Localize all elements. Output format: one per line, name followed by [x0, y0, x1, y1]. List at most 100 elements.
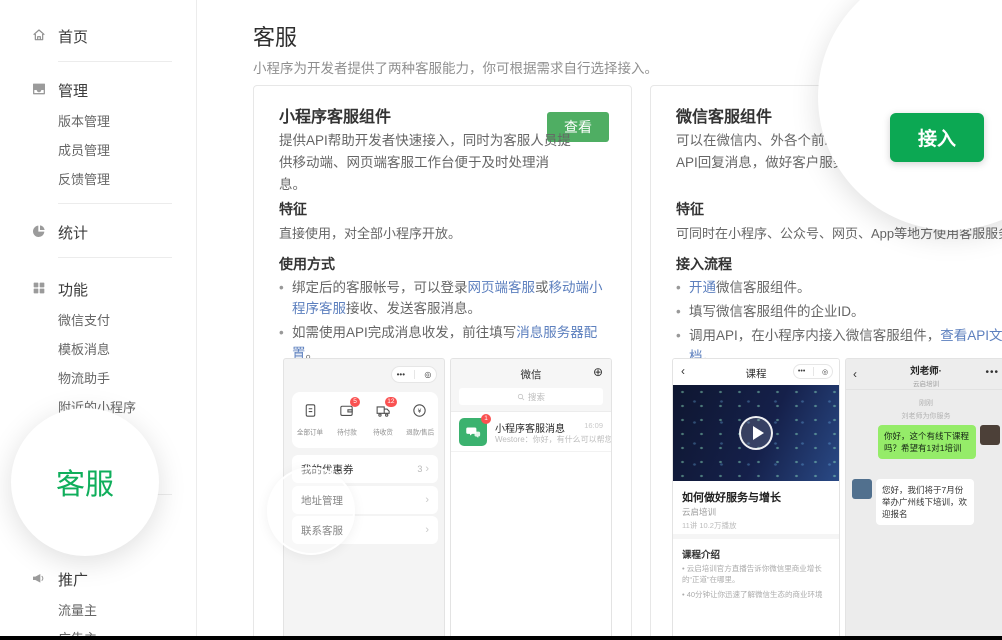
- divider: [58, 257, 172, 258]
- order-list-icon: [302, 402, 319, 424]
- avatar: [852, 479, 872, 499]
- bottom-edge-bar: [0, 636, 1002, 640]
- spotlight-circle-contact-service: [267, 467, 355, 555]
- divider: [673, 534, 839, 539]
- sidebar-item-customer-service[interactable]: 客服: [56, 461, 114, 503]
- sidebar-item-template-message[interactable]: 模板消息: [58, 339, 110, 358]
- usage-list: 绑定后的客服帐号，可以登录网页端客服或移动端小程序客服接收、发送客服消息。 如需…: [279, 277, 615, 367]
- sidebar-item-logistics[interactable]: 物流助手: [58, 368, 110, 387]
- target-icon: ◎: [424, 370, 431, 379]
- course-intro-list: • 云启培训官方直播告诉你微信里商业增长的“正道”在哪里。 • 40分钟让你迅速…: [682, 563, 832, 604]
- sidebar-item-statistics[interactable]: 统计: [58, 222, 88, 243]
- onboarding-list: 开通微信客服组件。 填写微信客服组件的企业ID。 调用API，在小程序内接入微信…: [676, 277, 1002, 370]
- onboarding-item: 填写微信客服组件的企业ID。: [676, 301, 1002, 322]
- grid-item-pending-delivery: 待收货 12: [365, 392, 402, 448]
- sidebar-item-wechat-pay[interactable]: 微信支付: [58, 310, 110, 329]
- video-meta: 11讲 10.2万播放: [682, 520, 736, 531]
- screenshot-course-page: ‹ 课程 ••• ◎ 如何做好服务与增长 云启培训 11讲 10.2万播放 课程…: [672, 358, 840, 640]
- inbox-icon: [31, 81, 47, 97]
- target-icon: ◎: [822, 368, 828, 376]
- chat-bubbles-icon: [464, 423, 482, 441]
- divider: [414, 370, 415, 379]
- onboarding-heading: 接入流程: [676, 254, 732, 274]
- card-title: 微信客服组件: [676, 103, 772, 127]
- more-dots-icon: •••: [397, 370, 405, 379]
- sidebar-item-manage[interactable]: 管理: [58, 80, 88, 101]
- grid-icon: [31, 280, 47, 296]
- video-title: 如何做好服务与增长: [682, 489, 781, 505]
- sidebar-item-promotion[interactable]: 推广: [58, 569, 88, 590]
- megaphone-icon: [31, 570, 47, 586]
- search-bar: 搜索: [459, 388, 603, 405]
- grid-item-all-orders: 全部订单: [292, 392, 329, 448]
- home-icon: [31, 27, 47, 43]
- bullet-text: 如需使用API完成消息收发，前往填写: [292, 325, 516, 340]
- sidebar-item-traffic-owner[interactable]: 流量主: [58, 600, 97, 619]
- bullet-text: 微信客服组件。: [716, 280, 811, 295]
- grid-item-refund: ¥ 退款/售后: [402, 392, 439, 448]
- bullet-text: 调用API，在小程序内接入微信客服组件，: [689, 328, 940, 343]
- bullet-text: 绑定后的客服帐号，可以登录: [292, 280, 468, 295]
- course-intro-item: • 云启培训官方直播告诉你微信里商业增长的“正道”在哪里。: [682, 563, 832, 585]
- contact-name: 刘老师·: [846, 363, 1002, 377]
- chevron-right-icon: ›: [425, 463, 429, 475]
- miniprogram-capsule: ••• ◎: [391, 366, 437, 383]
- chat-time: 16:09: [584, 421, 603, 430]
- miniprogram-capsule: ••• ◎: [793, 364, 833, 379]
- bullet-text: 或: [535, 280, 549, 295]
- search-icon: [517, 393, 525, 401]
- svg-text:¥: ¥: [418, 408, 422, 415]
- outgoing-message: 你好，这个有线下课程吗？希望有1对1培训: [878, 425, 1000, 459]
- chat-preview: Westore：你好，有什么可以帮您?: [495, 434, 612, 445]
- coupon-count: 3: [417, 464, 422, 474]
- message-bubble: 你好，这个有线下课程吗？希望有1对1培训: [878, 425, 976, 459]
- order-shortcut-grid: 全部订单 待付款 5 待收货 12 ¥ 退款/售后: [292, 392, 438, 448]
- chat-list-item: 1 小程序客服消息 Westore：你好，有什么可以帮您? 16:09: [451, 412, 611, 452]
- incoming-message: 您好，我们将于7月份举办广州线下培训，欢迎报名: [852, 479, 974, 525]
- bullet-text: 接收、发送客服消息。: [346, 301, 481, 316]
- time-label: 刚刚: [846, 398, 1002, 408]
- more-dots-icon: •••: [985, 367, 999, 378]
- more-dots-icon: •••: [798, 368, 805, 375]
- chevron-right-icon: ›: [425, 524, 429, 536]
- unread-badge: 1: [481, 414, 491, 424]
- divider: [58, 61, 172, 62]
- sidebar-item-home[interactable]: 首页: [58, 26, 88, 47]
- card-description: 提供API帮助开发者快速接入，同时为客服人员提供移动端、网页端客服工作台便于及时…: [279, 130, 573, 196]
- chat-name: 小程序客服消息: [495, 420, 565, 435]
- web-service-link[interactable]: 网页端客服: [468, 280, 536, 295]
- badge: 5: [350, 397, 360, 407]
- chevron-right-icon: ›: [425, 494, 429, 506]
- sidebar-item-features[interactable]: 功能: [58, 279, 88, 300]
- avatar: [980, 425, 1000, 445]
- card-title: 小程序客服组件: [279, 103, 391, 127]
- activate-link[interactable]: 开通: [689, 280, 716, 295]
- sidebar-item-member-manage[interactable]: 成员管理: [58, 140, 110, 159]
- message-bubble: 您好，我们将于7月份举办广州线下培训，欢迎报名: [876, 479, 974, 525]
- course-intro-item: • 40分钟让你迅速了解微信生态的商业环境: [682, 589, 832, 600]
- page-subtitle: 小程序为开发者提供了两种客服能力，你可根据需求自行选择接入。: [253, 57, 658, 77]
- app-window: 首页 管理 版本管理 成员管理 反馈管理 统计 功能 微信支付 模板消息 物流助…: [0, 0, 1002, 640]
- chat-contact: 刘老师· 云启培训: [846, 363, 1002, 388]
- feature-heading: 特征: [676, 199, 704, 219]
- badge: 12: [385, 397, 396, 407]
- sidebar-item-version-manage[interactable]: 版本管理: [58, 111, 110, 130]
- feature-heading: 特征: [279, 199, 307, 219]
- usage-heading: 使用方式: [279, 254, 335, 274]
- bullet-text: 填写微信客服组件的企业ID。: [689, 304, 865, 319]
- feature-text: 直接使用，对全部小程序开放。: [279, 223, 461, 242]
- search-placeholder: 搜索: [528, 391, 545, 403]
- pie-chart-icon: [31, 223, 47, 239]
- course-header: ‹ 课程 ••• ◎: [673, 359, 839, 385]
- connect-button[interactable]: 接入: [890, 113, 984, 162]
- refund-icon: ¥: [411, 402, 428, 424]
- sidebar-item-feedback-manage[interactable]: 反馈管理: [58, 169, 110, 188]
- onboarding-item: 开通微信客服组件。: [676, 277, 1002, 298]
- divider: [813, 367, 814, 376]
- chat-header: ‹ 刘老师· 云启培训 •••: [846, 359, 1002, 390]
- contact-subtitle: 云启培训: [846, 378, 1002, 388]
- spotlight-circle-sidebar: 客服: [11, 408, 159, 556]
- divider: [58, 203, 172, 204]
- course-intro-heading: 课程介绍: [682, 547, 720, 561]
- screenshot-wechat-chatlist: 微信 ⊕ 搜索 1 小程序客服消息 Westore：你好，有什么可以帮您? 16…: [450, 358, 612, 640]
